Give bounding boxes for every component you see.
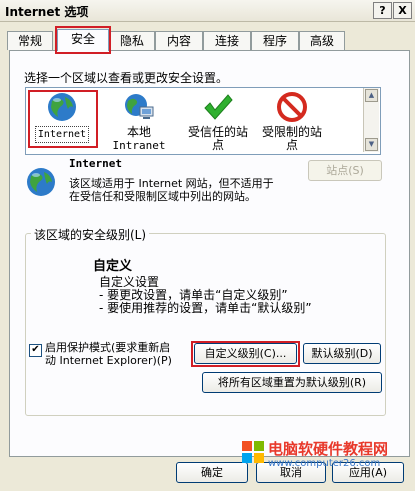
zone-label-2: 点 [211, 138, 224, 152]
zone-restricted[interactable]: 受限制的站 点 [258, 91, 326, 152]
zone-trusted[interactable]: 受信任的站 点 [184, 91, 252, 152]
custom-level-highlight [191, 341, 300, 367]
tab-general[interactable]: 常规 [7, 31, 53, 50]
intranet-globe-icon [125, 94, 154, 119]
title-bar: Internet 选项 ? X [0, 0, 415, 22]
scroll-up-arrow-icon[interactable]: ▲ [365, 89, 378, 102]
tab-content[interactable]: 内容 [155, 31, 203, 50]
security-level-label: 该区域的安全级别(L) [31, 226, 150, 243]
watermark-title: 电脑软硬件教程网 [268, 440, 389, 458]
level-desc-line3: - 要使用推荐的设置，请单击“默认级别” [99, 301, 312, 315]
help-button[interactable]: ? [373, 2, 392, 19]
zone-name: Internet [69, 157, 122, 170]
tab-connections[interactable]: 连接 [203, 31, 251, 50]
tab-privacy[interactable]: 隐私 [109, 31, 155, 50]
zone-description: 该区域适用于 Internet 网站，但不适用于 在受信任和受限制区域中列出的网… [69, 177, 309, 203]
default-level-button[interactable]: 默认级别(D) [303, 343, 381, 364]
checkmark-icon [204, 94, 233, 120]
zone-label: 本地 [126, 125, 151, 139]
protected-mode-checkbox[interactable]: ✔ [29, 344, 42, 357]
zone-description-line1: 该区域适用于 Internet 网站，但不适用于 [69, 177, 274, 190]
protected-mode-line2: 动 Internet Explorer)(P) [45, 354, 172, 367]
scroll-down-arrow-icon[interactable]: ▼ [365, 138, 378, 151]
no-entry-icon [277, 92, 307, 122]
reset-all-zones-button[interactable]: 将所有区域重置为默认级别(R) [202, 372, 382, 393]
zone-prompt: 选择一个区域以查看或更改安全设置。 [24, 71, 229, 85]
close-button[interactable]: X [393, 2, 412, 19]
protected-mode-line1: 启用保护模式(要求重新启 [45, 341, 171, 354]
zone-label-2: Intranet [112, 139, 166, 152]
tab-programs[interactable]: 程序 [251, 31, 299, 50]
window-title: Internet 选项 [5, 5, 89, 19]
protected-mode-label: 启用保护模式(要求重新启 动 Internet Explorer)(P) [45, 341, 172, 367]
security-tab-highlight [55, 26, 111, 54]
security-level-title: 自定义 [93, 259, 133, 274]
internet-globe-icon [27, 168, 55, 196]
internet-zone-highlight [28, 90, 98, 148]
tab-advanced[interactable]: 高级 [299, 31, 345, 50]
watermark-url: www.computer26.com [268, 458, 381, 469]
zone-scrollbar[interactable]: ▲ ▼ [363, 88, 379, 152]
zone-description-line2: 在受信任和受限制区域中列出的网站。 [69, 190, 256, 203]
zone-label-2: 点 [285, 138, 298, 152]
zone-intranet[interactable]: 本地 Intranet [110, 91, 168, 152]
ok-button[interactable]: 确定 [176, 462, 248, 483]
windows-logo-icon [242, 441, 264, 463]
sites-button[interactable]: 站点(S) [308, 160, 382, 181]
